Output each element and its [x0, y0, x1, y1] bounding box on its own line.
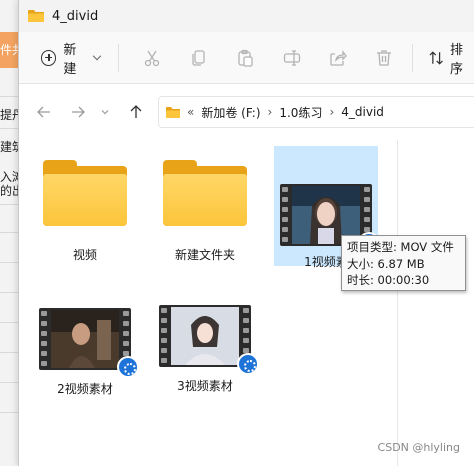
up-button[interactable] [121, 97, 151, 127]
file-explorer-window: 4_divid 新建 排序 « 新加卷 (F:) › 1.0练习 › 4_div… [18, 0, 474, 466]
copy-icon [191, 49, 205, 66]
file-item[interactable]: 2视频素材 [33, 300, 139, 400]
breadcrumb-folder[interactable]: 1.0练习 [279, 104, 322, 121]
cut-icon [145, 50, 160, 66]
paste-icon [238, 49, 253, 67]
folder-icon [27, 9, 45, 23]
navigation-bar: « 新加卷 (F:) › 1.0练习 › 4_divid [19, 84, 474, 140]
file-item[interactable]: 新建文件夹 [153, 154, 257, 266]
arrow-left-icon [37, 106, 50, 118]
tooltip-duration: 时长: 00:00:30 [347, 273, 430, 287]
folder-icon [165, 106, 181, 119]
file-item[interactable]: 视频 [33, 154, 137, 266]
rename-button[interactable] [268, 42, 314, 74]
divider [0, 232, 20, 233]
watermark: CSDN @hlyling [377, 441, 460, 454]
share-button[interactable] [315, 42, 361, 74]
divider [0, 262, 20, 263]
divider [0, 204, 20, 205]
share-icon [330, 49, 347, 66]
divider [0, 322, 20, 323]
background-window: 件共 提丹 建筑 入滩 的出 [0, 0, 20, 466]
folder-icon [43, 160, 127, 226]
divider [0, 96, 20, 97]
background-text: 的出 [0, 184, 20, 198]
tooltip-type: 项目类型: MOV 文件 [347, 240, 454, 254]
background-text: 建筑 [0, 140, 20, 154]
background-tab[interactable]: 件共 [0, 32, 20, 68]
cut-button[interactable] [129, 42, 175, 74]
breadcrumb-overflow[interactable]: « [187, 105, 194, 119]
divider [0, 382, 20, 383]
window-title: 4_divid [52, 8, 99, 24]
file-name: 2视频素材 [57, 382, 113, 396]
rename-icon [283, 49, 300, 66]
divider [118, 43, 119, 72]
background-text: 提丹 [0, 108, 20, 122]
file-view: 视频 新建文件夹 1视频素 2视频素材 3视频素材 [19, 140, 397, 466]
back-button[interactable] [29, 97, 59, 127]
plus-icon [41, 49, 57, 66]
file-name: 视频 [72, 248, 97, 262]
sort-icon [429, 50, 443, 65]
divider [0, 352, 20, 353]
folder-icon [163, 160, 247, 226]
video-player-icon [237, 353, 259, 375]
sort-label: 排序 [449, 42, 463, 77]
divider [411, 43, 413, 72]
video-thumbnail [39, 308, 139, 378]
paste-button[interactable] [222, 42, 268, 74]
divider [0, 412, 20, 413]
tooltip-size: 大小: 6.87 MB [347, 256, 425, 271]
arrow-right-icon [72, 106, 85, 118]
divider [0, 128, 20, 129]
chevron-down-icon [101, 110, 109, 115]
file-info-tooltip: 项目类型: MOV 文件 大小: 6.87 MB 时长: 00:00:30 [341, 235, 466, 291]
file-item[interactable]: 3视频素材 [153, 297, 259, 397]
chevron-down-icon [92, 51, 102, 60]
breadcrumb-current[interactable]: 4_divid [341, 105, 384, 119]
file-name: 新建文件夹 [174, 248, 235, 262]
video-thumbnail [159, 305, 259, 375]
copy-button[interactable] [175, 42, 221, 74]
new-button-label: 新建 [63, 42, 77, 77]
chevron-right-icon[interactable]: › [329, 105, 334, 119]
command-bar: 新建 排序 [19, 32, 474, 84]
arrow-up-icon [130, 105, 142, 118]
address-bar[interactable]: « 新加卷 (F:) › 1.0练习 › 4_divid [158, 96, 474, 128]
forward-button[interactable] [63, 97, 93, 127]
recent-locations-button[interactable] [93, 97, 117, 127]
chevron-right-icon[interactable]: › [268, 105, 273, 119]
delete-button[interactable] [361, 42, 407, 74]
video-player-icon [117, 356, 139, 378]
file-name: 3视频素材 [177, 379, 233, 393]
divider [0, 292, 20, 293]
breadcrumb-drive[interactable]: 新加卷 (F:) [201, 104, 260, 121]
sort-button[interactable]: 排序 [429, 39, 474, 77]
delete-icon [377, 49, 392, 66]
scrollbar[interactable] [397, 140, 398, 466]
title-bar[interactable]: 4_divid [19, 0, 474, 32]
new-button[interactable]: 新建 [37, 42, 104, 77]
